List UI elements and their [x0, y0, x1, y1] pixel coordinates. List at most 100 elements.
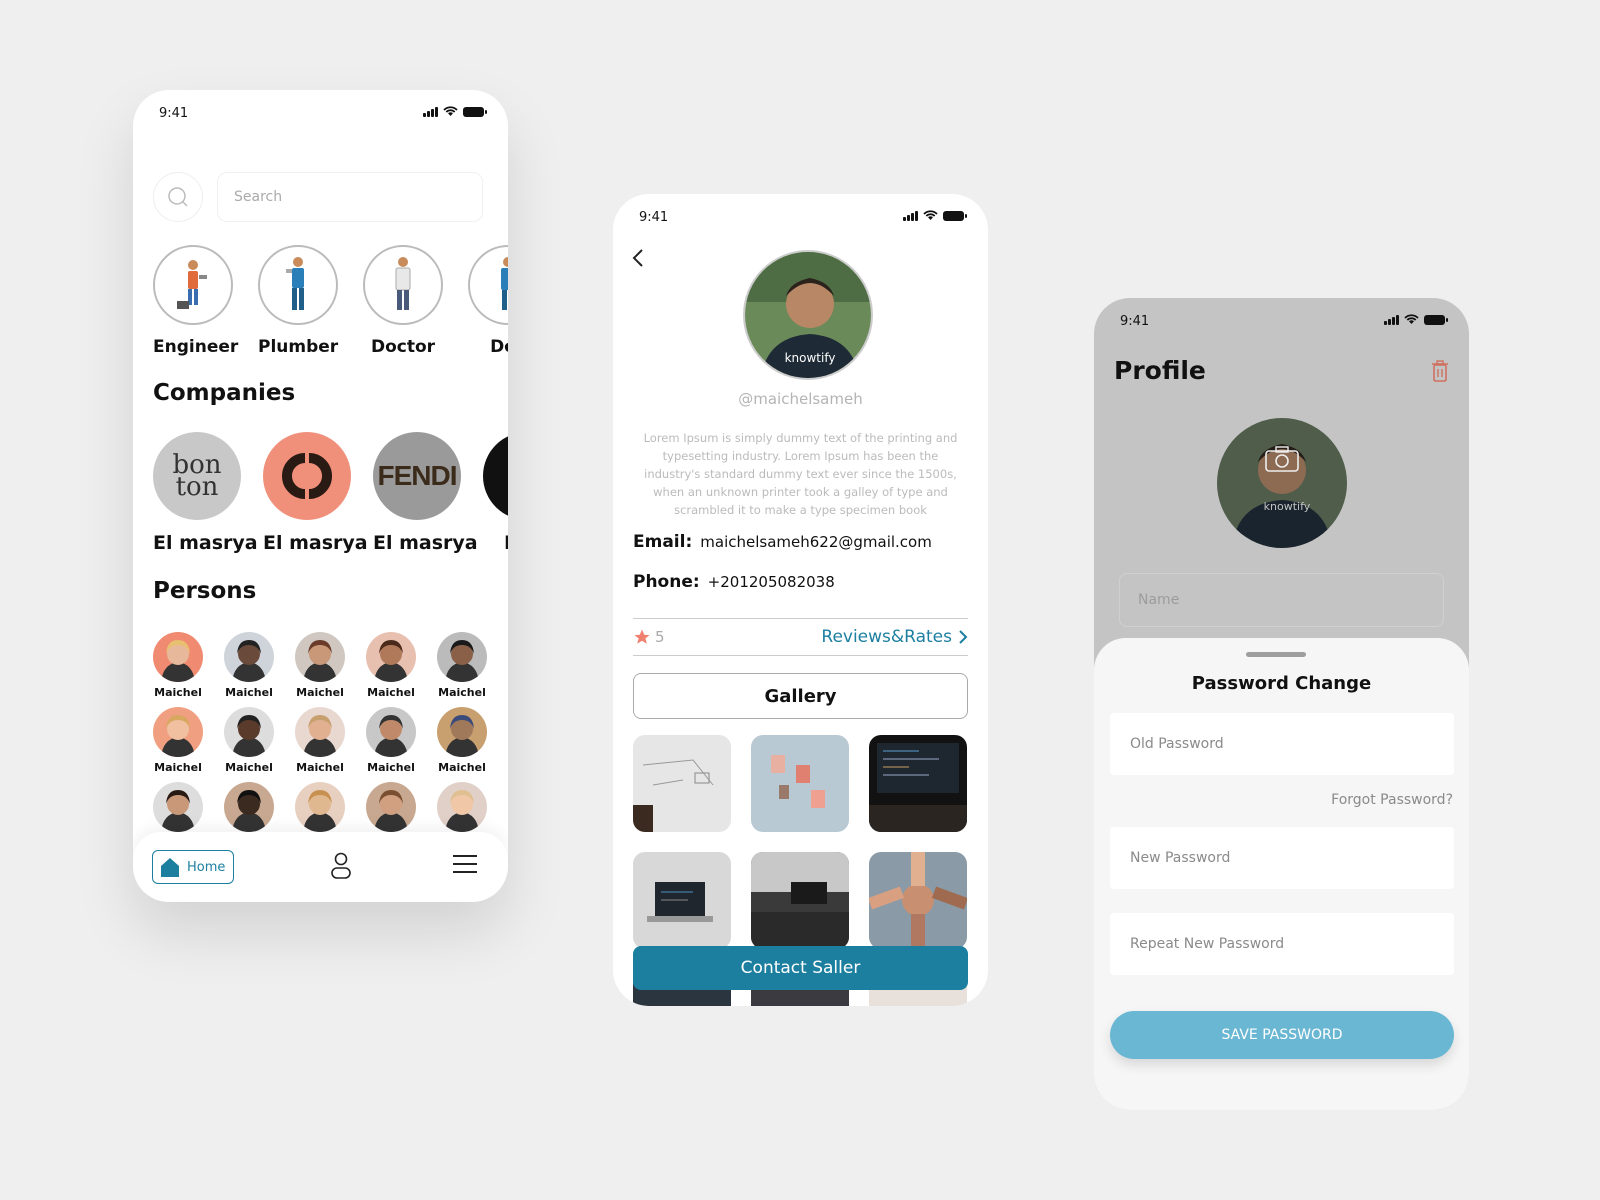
category-engineer[interactable]: Engineer	[153, 245, 238, 357]
gallery-button[interactable]: Gallery	[633, 673, 968, 719]
category-list: Engineer Plumber Doctor Doc	[153, 245, 508, 357]
nav-menu-button[interactable]	[453, 854, 477, 878]
sheet-grip-handle[interactable]	[1246, 652, 1306, 657]
person-grid: Maichel Maichel Maichel Maichel Maichel Maich…	[153, 632, 493, 832]
save-password-button[interactable]: SAVE PASSWORD	[1110, 1011, 1454, 1059]
rating-row: 5 Reviews&Rates	[633, 618, 968, 656]
person-item[interactable]: Maichel	[224, 707, 274, 774]
person-photo: knowtify	[745, 252, 871, 378]
password-sheet: Password Change Forgot Password? SAVE PA…	[1094, 638, 1469, 1110]
name-field[interactable]	[1119, 573, 1444, 627]
nav-home-button[interactable]: Home	[152, 850, 234, 884]
category-avatar	[468, 245, 508, 325]
person-avatar	[295, 632, 345, 682]
profile-avatar-editable[interactable]: knowtify	[1217, 418, 1347, 548]
person-photo	[366, 782, 416, 832]
person-item[interactable]: Maichel	[295, 707, 345, 774]
company-logo-mark	[282, 453, 332, 499]
email-value: maichelsameh622@gmail.com	[700, 533, 932, 551]
gallery-image[interactable]	[751, 852, 849, 949]
person-item[interactable]	[366, 782, 416, 832]
person-photo	[295, 707, 345, 757]
search-button[interactable]	[153, 172, 203, 222]
search-input[interactable]	[217, 172, 483, 222]
battery-icon	[463, 106, 487, 117]
category-avatar	[258, 245, 338, 325]
person-name: Maichel	[438, 761, 486, 774]
person-photo	[224, 632, 274, 682]
worker-figure-icon	[501, 257, 508, 310]
company-item[interactable]: El m	[483, 432, 508, 554]
repeat-password-field[interactable]	[1110, 913, 1454, 975]
person-name: Maichel	[154, 686, 202, 699]
home-icon	[161, 858, 179, 877]
person-photo	[224, 707, 274, 757]
person-item[interactable]	[295, 782, 345, 832]
signal-icon	[423, 106, 438, 117]
battery-icon	[943, 210, 967, 221]
category-doctor-2[interactable]: Doc	[468, 245, 508, 357]
gallery-image[interactable]	[633, 735, 731, 832]
category-avatar	[363, 245, 443, 325]
shirt-text: knowtify	[785, 351, 836, 365]
gallery-image[interactable]	[633, 852, 731, 949]
person-item[interactable]	[224, 782, 274, 832]
person-item[interactable]	[437, 782, 487, 832]
status-time: 9:41	[1120, 314, 1150, 329]
person-item[interactable]: Maichel	[153, 632, 203, 699]
old-password-field[interactable]	[1110, 713, 1454, 775]
company-logo: FENDI	[373, 432, 461, 520]
person-item[interactable]	[153, 782, 203, 832]
category-doctor[interactable]: Doctor	[363, 245, 443, 357]
person-photo	[295, 782, 345, 832]
person-item[interactable]: Maichel	[366, 707, 416, 774]
category-label: Doctor	[370, 337, 436, 357]
category-label: Plumber	[258, 337, 339, 357]
person-avatar	[437, 707, 487, 757]
company-item[interactable]: El masrya	[263, 432, 368, 554]
search-icon	[168, 187, 188, 207]
person-item[interactable]: Maichel	[153, 707, 203, 774]
status-time: 9:41	[639, 210, 669, 225]
profile-detail-screen: 9:41 knowtify @maichelsameh Lorem Ipsum …	[613, 194, 988, 1006]
person-item[interactable]: Maichel	[437, 707, 487, 774]
nav-profile-button[interactable]	[330, 852, 352, 884]
whiteboard-photo	[633, 735, 731, 832]
company-item[interactable]: FENDI El masrya	[373, 432, 478, 554]
person-item[interactable]: Maichel	[366, 632, 416, 699]
company-item[interactable]: bon ton El masrya	[153, 432, 258, 554]
wifi-icon	[443, 106, 458, 116]
person-photo	[366, 707, 416, 757]
person-item[interactable]: Maichel	[437, 632, 487, 699]
doctor-figure-icon	[395, 257, 411, 310]
delete-button[interactable]	[1431, 360, 1449, 386]
person-item[interactable]: Maichel	[224, 632, 274, 699]
category-plumber[interactable]: Plumber	[258, 245, 338, 357]
forgot-password-link[interactable]: Forgot Password?	[1331, 792, 1453, 808]
persons-title: Persons	[153, 578, 257, 604]
battery-icon	[1424, 314, 1448, 325]
person-item[interactable]: Maichel	[295, 632, 345, 699]
person-avatar	[224, 707, 274, 757]
gallery-image[interactable]	[869, 735, 967, 832]
reviews-link[interactable]: Reviews&Rates	[821, 627, 968, 647]
new-password-field[interactable]	[1110, 827, 1454, 889]
person-photo	[153, 707, 203, 757]
page-title: Profile	[1114, 356, 1206, 385]
code-screen-photo	[869, 735, 967, 832]
gallery-image[interactable]	[869, 852, 967, 949]
contact-seller-button[interactable]: Contact Saller	[633, 946, 968, 990]
sheet-title: Password Change	[1191, 673, 1372, 694]
company-logo	[483, 432, 508, 520]
back-button[interactable]	[631, 248, 645, 272]
status-bar: 9:41	[1094, 298, 1469, 342]
gallery-image[interactable]	[751, 735, 849, 832]
category-avatar	[153, 245, 233, 325]
person-avatar	[295, 782, 345, 832]
profile-bio: Lorem Ipsum is simply dummy text of the …	[643, 431, 958, 517]
bottom-nav: Home	[133, 832, 508, 902]
company-name: El masrya	[373, 532, 478, 554]
worker-figure-icon	[286, 257, 304, 310]
person-name: Maichel	[225, 761, 273, 774]
category-label: Doc	[490, 337, 508, 357]
